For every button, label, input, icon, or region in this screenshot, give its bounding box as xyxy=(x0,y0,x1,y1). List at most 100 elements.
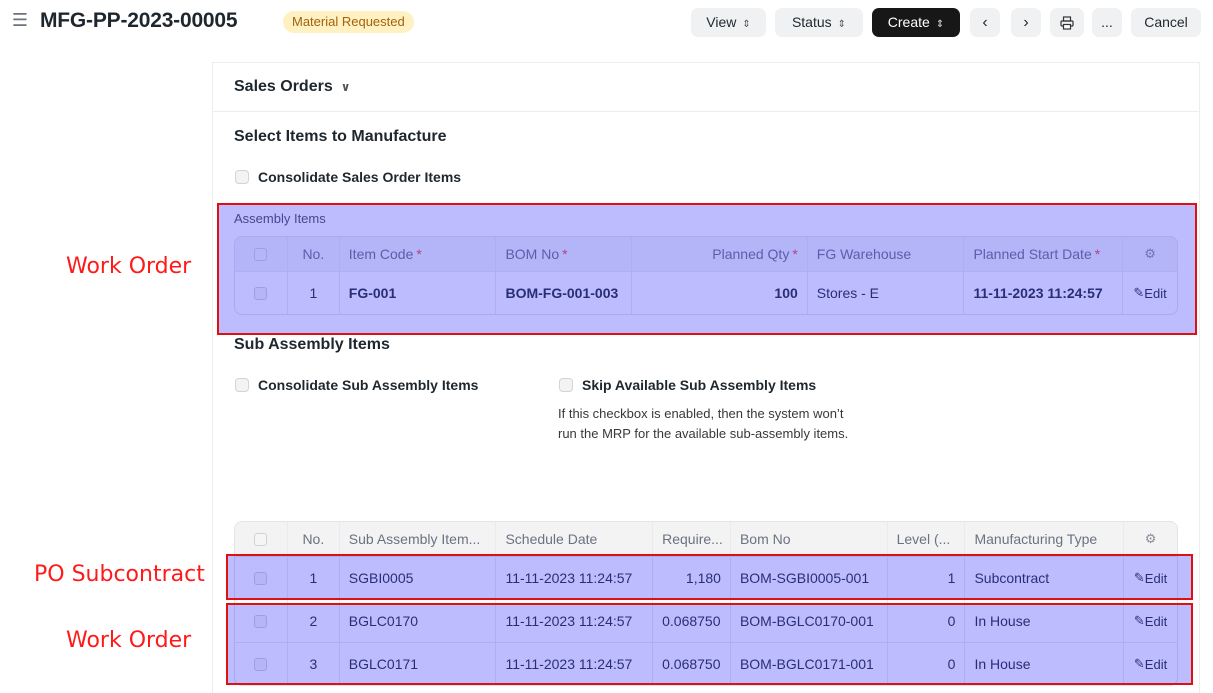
consolidate-sales-order-checkbox[interactable] xyxy=(235,170,249,184)
row-checkbox[interactable] xyxy=(254,571,268,585)
gear-icon: ⚙ xyxy=(1144,246,1156,261)
schedule-date-cell[interactable]: 11-11-2023 11:24:57 xyxy=(495,600,652,642)
planned-start-date-cell[interactable]: 11-11-2023 11:24:57 xyxy=(963,272,1122,314)
sub-assembly-item-cell[interactable]: SGBI0005 xyxy=(338,557,496,599)
annotation-work-order: Work Order xyxy=(66,628,192,653)
chevron-updown-icon: ⇕ xyxy=(935,19,945,30)
select-items-heading: Select Items to Manufacture xyxy=(234,128,447,145)
consolidate-sub-assembly-checkbox[interactable] xyxy=(235,378,249,392)
manufacturing-type-cell[interactable]: In House xyxy=(964,600,1123,642)
annotation-po-subcontract: PO Subcontract xyxy=(34,562,205,587)
column-header-label: Planned Qty xyxy=(712,246,790,262)
column-header-required-qty: Require... xyxy=(652,522,730,556)
sub-assembly-items-table: No. Sub Assembly Item... Schedule Date R… xyxy=(234,521,1178,686)
next-button[interactable]: › xyxy=(1011,8,1041,37)
bom-no-cell[interactable]: BOM-SGBI0005-001 xyxy=(729,557,887,599)
status-button[interactable]: Status ⇕ xyxy=(775,8,863,37)
sub-assembly-item-cell[interactable]: BGLC0170 xyxy=(338,600,496,642)
column-header-bom-no: BOM No * xyxy=(495,237,631,271)
level-cell[interactable]: 1 xyxy=(886,557,965,599)
column-header-label: Item Code xyxy=(348,246,414,262)
status-badge: Material Requested xyxy=(283,11,414,33)
schedule-date-cell[interactable]: 11-11-2023 11:24:57 xyxy=(495,557,652,599)
cancel-button[interactable]: Cancel xyxy=(1131,8,1201,37)
planned-qty-cell[interactable]: 100 xyxy=(631,272,807,314)
row-select-cell[interactable] xyxy=(235,557,287,599)
column-header-no: No. xyxy=(286,522,339,556)
edit-row-button[interactable]: ✎ Edit xyxy=(1123,557,1177,599)
required-qty-cell[interactable]: 0.068750 xyxy=(652,600,730,642)
pencil-icon: ✎ xyxy=(1133,570,1145,585)
table-row[interactable]: 1 SGBI0005 11-11-2023 11:24:57 1,180 BOM… xyxy=(235,556,1177,599)
table-header-row: No. Item Code * BOM No * Planned Qty * FG W… xyxy=(235,237,1177,271)
printer-icon xyxy=(1060,16,1074,30)
pencil-icon: ✎ xyxy=(1133,613,1145,628)
column-header-label: BOM No xyxy=(505,246,560,262)
edit-row-button[interactable]: ✎ Edit xyxy=(1122,272,1177,314)
select-all-checkbox[interactable] xyxy=(254,532,268,546)
table-row[interactable]: 2 BGLC0170 11-11-2023 11:24:57 0.068750 … xyxy=(235,599,1177,642)
column-header-item-code: Item Code * xyxy=(338,237,496,271)
column-header-no: No. xyxy=(286,237,339,271)
manufacturing-type-cell[interactable]: Subcontract xyxy=(964,557,1123,599)
consolidate-sales-order-label: Consolidate Sales Order Items xyxy=(258,169,462,185)
edit-label: Edit xyxy=(1144,285,1167,301)
table-row[interactable]: 3 BGLC0171 11-11-2023 11:24:57 0.068750 … xyxy=(235,642,1177,685)
edit-row-button[interactable]: ✎ Edit xyxy=(1123,643,1177,685)
previous-button[interactable]: ‹ xyxy=(970,8,1000,37)
item-code-cell[interactable]: FG-001 xyxy=(338,272,496,314)
chevron-left-icon: ‹ xyxy=(982,14,988,31)
row-no: 3 xyxy=(286,643,339,685)
manufacturing-type-cell[interactable]: In House xyxy=(964,643,1123,685)
column-header-manufacturing-type: Manufacturing Type xyxy=(964,522,1123,556)
more-button[interactable]: ... xyxy=(1092,8,1122,37)
row-checkbox[interactable] xyxy=(254,286,268,300)
grid-settings-button[interactable]: ⚙ xyxy=(1123,522,1177,556)
chevron-right-icon: › xyxy=(1023,14,1029,31)
hamburger-icon[interactable]: ☰ xyxy=(10,10,30,30)
skip-help-text: If this checkbox is enabled, then the sy… xyxy=(558,406,849,441)
required-qty-cell[interactable]: 1,180 xyxy=(652,557,730,599)
table-header-row: No. Sub Assembly Item... Schedule Date R… xyxy=(235,522,1177,556)
select-all-checkbox[interactable] xyxy=(254,247,268,261)
chevron-updown-icon: ⇕ xyxy=(837,19,847,30)
chevron-updown-icon: ⇕ xyxy=(742,19,751,30)
column-header-schedule-date: Schedule Date xyxy=(495,522,652,556)
row-checkbox[interactable] xyxy=(254,657,268,671)
pencil-icon: ✎ xyxy=(1133,285,1145,300)
select-all-cell[interactable] xyxy=(235,522,287,556)
sales-orders-section-toggle[interactable]: Sales Orders ∨ xyxy=(234,78,350,96)
skip-available-sub-assembly-checkbox[interactable] xyxy=(559,378,573,392)
bom-no-cell[interactable]: BOM-BGLC0170-001 xyxy=(729,600,887,642)
sales-orders-title: Sales Orders xyxy=(234,78,333,95)
gear-icon: ⚙ xyxy=(1144,531,1157,546)
row-select-cell[interactable] xyxy=(235,600,287,642)
column-header-sub-assembly-item: Sub Assembly Item... xyxy=(338,522,496,556)
schedule-date-cell[interactable]: 11-11-2023 11:24:57 xyxy=(495,643,652,685)
create-button[interactable]: Create ⇕ xyxy=(872,8,960,37)
status-button-label: Status xyxy=(791,14,832,30)
bom-no-cell[interactable]: BOM-FG-001-003 xyxy=(495,272,631,314)
bom-no-cell[interactable]: BOM-BGLC0171-001 xyxy=(729,643,887,685)
view-button[interactable]: View ⇕ xyxy=(691,8,766,37)
grid-settings-button[interactable]: ⚙ xyxy=(1122,237,1177,271)
table-row[interactable]: 1 FG-001 BOM-FG-001-003 100 Stores - E 1… xyxy=(235,271,1177,314)
top-bar: ☰ MFG-PP-2023-00005 Material Requested V… xyxy=(0,0,1213,44)
pencil-icon: ✎ xyxy=(1133,656,1145,671)
required-mark: * xyxy=(416,246,422,262)
level-cell[interactable]: 0 xyxy=(886,643,965,685)
row-select-cell[interactable] xyxy=(235,272,287,314)
fg-warehouse-cell[interactable]: Stores - E xyxy=(806,272,964,314)
row-checkbox[interactable] xyxy=(254,614,268,628)
view-button-label: View xyxy=(706,14,737,30)
required-qty-cell[interactable]: 0.068750 xyxy=(652,643,730,685)
level-cell[interactable]: 0 xyxy=(886,600,965,642)
sub-assembly-item-cell[interactable]: BGLC0171 xyxy=(338,643,496,685)
print-button[interactable] xyxy=(1050,8,1084,37)
edit-row-button[interactable]: ✎ Edit xyxy=(1123,600,1177,642)
select-all-cell[interactable] xyxy=(235,237,287,271)
edit-label: Edit xyxy=(1144,656,1168,672)
sub-assembly-heading: Sub Assembly Items xyxy=(234,336,390,353)
row-select-cell[interactable] xyxy=(235,643,287,685)
row-no: 1 xyxy=(286,557,339,599)
